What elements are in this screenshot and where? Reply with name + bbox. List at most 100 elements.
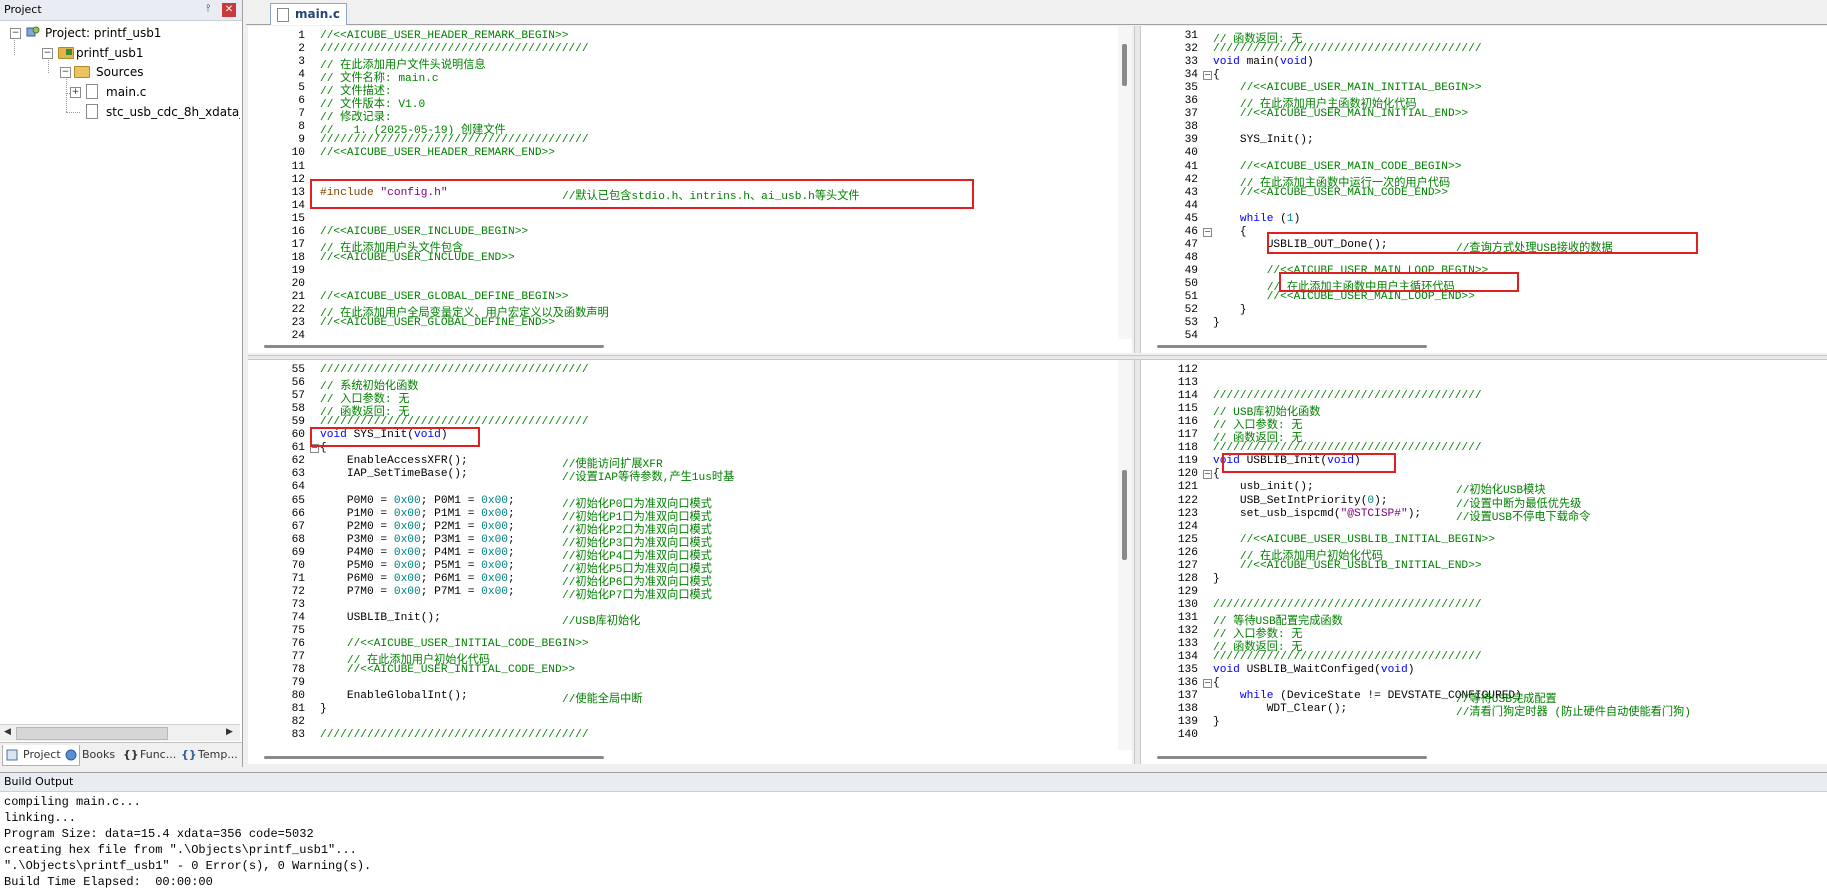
line-number: 134 [1177,651,1198,664]
code-line[interactable]: EnableAccessXFR(); [320,455,468,467]
code-line[interactable]: //<<AICUBE_USER_MAIN_CODE_END>> [1213,187,1448,199]
scroll-thumb[interactable] [264,345,604,348]
code-line[interactable]: USB_SetIntPriority(0); [1213,495,1388,507]
fold-toggle-icon[interactable]: − [1203,470,1212,480]
pin-icon[interactable]: ⫯ [206,3,218,16]
fold-toggle-icon[interactable]: − [1203,71,1212,81]
code-line[interactable]: //////////////////////////////////////// [1213,651,1482,663]
code-line[interactable]: //<<AICUBE_USER_MAIN_LOOP_END>> [1213,291,1475,303]
editor-pane-top-left[interactable]: 1 //<<AICUBE_USER_HEADER_REMARK_BEGIN>> 2 /… [248,26,1132,353]
code-line[interactable]: } [1213,317,1220,329]
line-number: 10 [291,147,305,160]
code-line[interactable]: //////////////////////////////////////// [320,43,589,55]
scroll-thumb[interactable] [264,756,604,759]
code-line[interactable]: } [1213,304,1247,316]
editor-pane-bottom-left[interactable]: 55 //////////////////////////////////////… [248,360,1132,764]
pane-splitter-vertical[interactable] [1134,26,1141,353]
file-c-icon [86,84,98,99]
code-line[interactable]: usb_init(); [1213,481,1314,493]
scroll-thumb[interactable] [1157,345,1427,348]
tree-item-file-main[interactable]: + main.c [70,83,240,101]
tab-templates[interactable]: {} Temp... [178,745,258,765]
code-line[interactable]: P2M0 = 0x00; P2M1 = 0x00; [320,521,515,533]
collapse-icon[interactable]: − [42,48,53,59]
code-line[interactable]: //<<AICUBE_USER_GLOBAL_DEFINE_BEGIN>> [320,291,568,303]
code-line[interactable]: //////////////////////////////////////// [1213,43,1482,55]
tree-item-file-lib[interactable]: stc_usb_cdc_8h_xdata_bl [70,103,240,121]
scroll-right-icon[interactable]: ▶ [226,727,233,737]
horizontal-scrollbar[interactable] [1141,339,1827,353]
scroll-thumb[interactable] [1157,756,1427,759]
code-comment: //使能全局中断 [562,694,643,707]
scroll-thumb[interactable] [1122,470,1127,560]
code-line[interactable]: P3M0 = 0x00; P3M1 = 0x00; [320,534,515,546]
code-line[interactable]: //<<AICUBE_USER_HEADER_REMARK_END>> [320,147,555,159]
code-line[interactable]: EnableGlobalInt(); [320,690,468,702]
code-line[interactable]: { [1213,69,1220,81]
code-line[interactable]: while (1) [1213,213,1300,225]
code-line[interactable]: //<<AICUBE_USER_USBLIB_INITIAL_BEGIN>> [1213,534,1495,546]
code-line[interactable]: } [1213,716,1220,728]
code-line[interactable]: //<<AICUBE_USER_MAIN_CODE_BEGIN>> [1213,161,1462,173]
code-line[interactable]: //<<AICUBE_USER_HEADER_REMARK_BEGIN>> [320,30,568,42]
code-line[interactable]: USBLIB_Init(); [320,612,441,624]
code-line[interactable]: //<<AICUBE_USER_GLOBAL_DEFINE_END>> [320,317,555,329]
horizontal-scrollbar[interactable] [248,750,1132,764]
code-line[interactable]: //<<AICUBE_USER_MAIN_INITIAL_BEGIN>> [1213,82,1482,94]
code-line[interactable]: //////////////////////////////////////// [1213,599,1482,611]
tree-item-label: Sources [96,65,144,79]
code-line[interactable]: P5M0 = 0x00; P5M1 = 0x00; [320,560,515,572]
tree-item-target[interactable]: − printf_usb1 [38,44,238,62]
code-line[interactable]: //////////////////////////////////////// [320,729,589,741]
scroll-thumb[interactable] [16,727,168,740]
code-line[interactable]: //<<AICUBE_USER_INCLUDE_BEGIN>> [320,226,528,238]
tree-item-project[interactable]: − Project: printf_usb1 [8,24,238,42]
code-line[interactable]: WDT_Clear(); [1213,703,1348,715]
code-line[interactable]: //<<AICUBE_USER_INCLUDE_END>> [320,252,515,264]
collapse-icon[interactable]: − [60,67,71,78]
project-hscrollbar[interactable]: ◀ ▶ [0,724,240,741]
code-line[interactable]: P4M0 = 0x00; P4M1 = 0x00; [320,547,515,559]
fold-toggle-icon[interactable]: − [1203,227,1212,237]
line-number: 133 [1177,638,1198,651]
horizontal-scrollbar[interactable] [248,339,1132,353]
editor-pane-bottom-right[interactable]: 112 113 114 ///////////////////////////////… [1141,360,1827,764]
line-number: 21 [291,291,305,303]
horizontal-scrollbar[interactable] [1141,750,1827,764]
code-line[interactable]: //////////////////////////////////////// [320,364,589,376]
code-line[interactable]: } [320,703,327,715]
code-line[interactable]: //<<AICUBE_USER_INITIAL_CODE_END>> [320,664,575,676]
line-number: 17 [291,238,305,251]
code-line[interactable]: { [1213,468,1220,480]
pane-splitter-vertical[interactable] [1134,360,1141,764]
close-icon[interactable]: ✕ [222,3,236,17]
code-line[interactable]: } [1213,573,1220,585]
line-number: 126 [1177,546,1198,559]
scroll-thumb[interactable] [1122,44,1127,86]
tab-main-c[interactable]: main.c [270,3,347,25]
code-line[interactable]: //<<AICUBE_USER_INITIAL_CODE_BEGIN>> [320,638,589,650]
vertical-scrollbar[interactable] [1118,26,1132,339]
fold-toggle-icon[interactable]: − [1203,679,1212,689]
collapse-icon[interactable]: − [10,28,21,39]
vertical-scrollbar[interactable] [1118,360,1132,750]
code-line[interactable]: { [1213,677,1220,689]
expand-icon[interactable]: + [70,87,81,98]
code-line[interactable]: { [1213,226,1247,238]
code-line[interactable]: P6M0 = 0x00; P6M1 = 0x00; [320,573,515,585]
code-line[interactable]: IAP_SetTimeBase(); [320,468,468,480]
code-line[interactable]: P7M0 = 0x00; P7M1 = 0x00; [320,586,515,598]
code-line[interactable]: void USBLIB_WaitConfiged(void) [1213,664,1414,676]
editor-pane-top-right[interactable]: 31// 函数返回: 无 32//////////////////////////… [1141,26,1827,353]
code-line[interactable]: //<<AICUBE_USER_MAIN_INITIAL_END>> [1213,108,1468,120]
code-line[interactable]: SYS_Init(); [1213,134,1314,146]
code-line[interactable]: P1M0 = 0x00; P1M1 = 0x00; [320,508,515,520]
code-line[interactable]: //////////////////////////////////////// [1213,390,1482,402]
code-line[interactable]: set_usb_ispcmd("@STCISP#"); [1213,508,1421,520]
code-line[interactable]: P0M0 = 0x00; P0M1 = 0x00; [320,495,515,507]
code-line[interactable]: void main(void) [1213,56,1314,68]
scroll-left-icon[interactable]: ◀ [4,727,11,737]
code-line[interactable]: //<<AICUBE_USER_USBLIB_INITIAL_END>> [1213,560,1482,572]
code-line[interactable]: //////////////////////////////////////// [320,134,589,146]
tree-item-folder-sources[interactable]: − Sources [56,63,236,81]
